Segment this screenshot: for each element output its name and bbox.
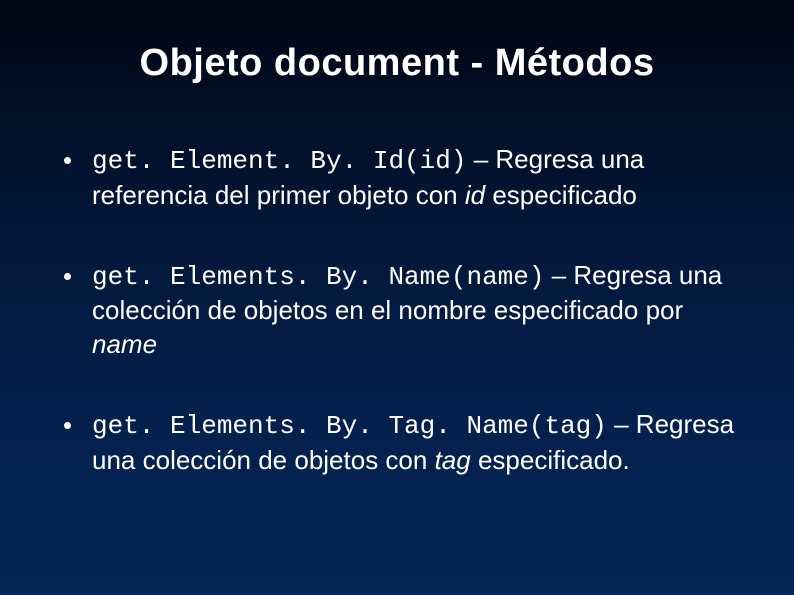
method-em: tag: [435, 445, 471, 475]
method-desc-tail: especificado.: [471, 445, 630, 475]
method-em: id: [465, 180, 485, 210]
list-item: get. Element. By. Id(id) – Regresa una r…: [54, 143, 740, 213]
method-list: get. Element. By. Id(id) – Regresa una r…: [54, 143, 740, 478]
list-item: get. Elements. By. Name(name) – Regresa …: [54, 259, 740, 362]
method-em: name: [92, 329, 157, 359]
method-code: get. Element. By. Id(id): [92, 146, 466, 176]
slide-content: get. Element. By. Id(id) – Regresa una r…: [0, 103, 794, 478]
method-code: get. Elements. By. Tag. Name(tag): [92, 411, 607, 441]
list-item: get. Elements. By. Tag. Name(tag) – Regr…: [54, 408, 740, 478]
method-code: get. Elements. By. Name(name): [92, 262, 544, 292]
slide-title: Objeto document - Métodos: [0, 0, 794, 103]
slide: Objeto document - Métodos get. Element. …: [0, 0, 794, 595]
method-desc-tail: especificado: [485, 180, 637, 210]
